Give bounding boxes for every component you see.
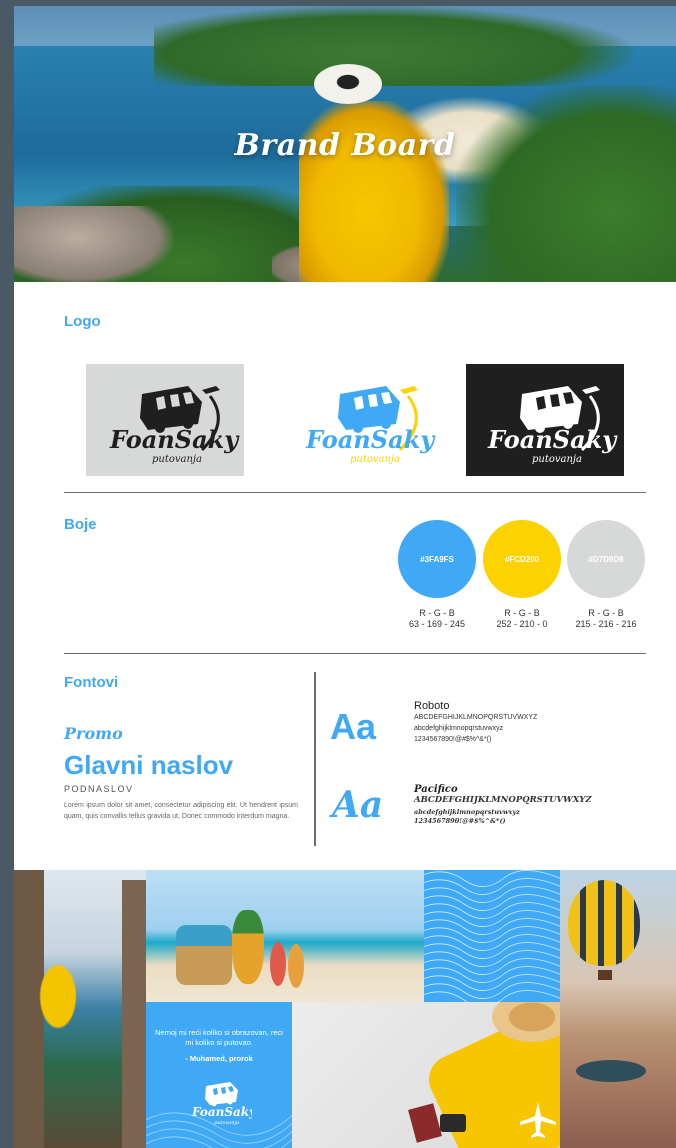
swatch-rgb-gray: R - G - B 215 - 216 - 216 bbox=[556, 608, 656, 630]
balloon-basket bbox=[598, 970, 612, 980]
pacifico-glyph-sample: Aa bbox=[332, 784, 384, 826]
roboto-lowercase: abcdefghijklmnopqrstuvwxyz bbox=[414, 725, 504, 732]
fonts-vertical-divider bbox=[314, 672, 316, 846]
logo-on-gray: FoanSaky putovanja bbox=[86, 364, 244, 476]
headline-sample: Glavni naslov bbox=[64, 750, 234, 780]
quote-tile: Nemoj mi reći koliko si obrazovan, reci … bbox=[146, 1002, 292, 1148]
quote-wave-decoration bbox=[146, 1112, 292, 1148]
airplane-icon bbox=[520, 1102, 556, 1138]
rock-left bbox=[14, 206, 174, 282]
beach-bag bbox=[176, 925, 232, 985]
color-swatch-blue: #3FA9FS bbox=[398, 520, 476, 598]
sun-hat bbox=[314, 64, 382, 104]
bus-logo-icon: FoanSaky putovanja bbox=[109, 386, 240, 465]
pacifico-lowercase: abcdefghijklmnopqrstuvwxyz bbox=[414, 808, 520, 816]
roboto-glyph-sample: Aa bbox=[330, 706, 377, 747]
logo-on-black: FoanSaky putovanja bbox=[466, 364, 624, 476]
terrace-table bbox=[576, 1060, 646, 1082]
color-swatch-yellow: #FCD200 bbox=[483, 520, 561, 598]
swatch-hex: #3FA9FS bbox=[420, 554, 454, 564]
wave-pattern-tile bbox=[424, 870, 560, 1002]
divider-logo bbox=[64, 492, 646, 493]
logo-wordmark-dark: FoanSaky bbox=[109, 425, 240, 454]
divider-colors bbox=[64, 653, 646, 654]
flip-flop bbox=[288, 944, 304, 988]
swatch-hex: #D7D8D8 bbox=[588, 554, 624, 564]
body-text-sample: Lorem ipsum dolor sit amet, consectetur … bbox=[64, 802, 298, 820]
photo-castle-jump bbox=[14, 870, 146, 1148]
roboto-font-name: Roboto bbox=[414, 700, 450, 712]
pacifico-digits: 1234567890!@#$%^&*() bbox=[414, 817, 506, 825]
subheading-sample: PODNASLOV bbox=[64, 784, 134, 794]
logo-wordmark-color: FoanSaky bbox=[305, 425, 436, 454]
roboto-uppercase: ABCDEFGHIJKLMNOPQRSTUVWXYZ bbox=[414, 714, 538, 721]
logo-tagline-light: putovanja bbox=[532, 454, 582, 465]
jumping-person bbox=[36, 965, 80, 1035]
hero-title: Brand Board bbox=[234, 128, 456, 163]
swatch-hex: #FCD200 bbox=[504, 554, 540, 564]
hot-air-balloon bbox=[568, 880, 640, 966]
pineapple bbox=[232, 910, 264, 984]
bus-logo-icon: FoanSaky putovanja bbox=[487, 386, 618, 465]
section-title-logo: Logo bbox=[64, 313, 101, 330]
flip-flop bbox=[270, 942, 286, 986]
bus-logo-icon: FoanSaky putovanja bbox=[305, 386, 436, 465]
section-title-fonts: Fontovi bbox=[64, 674, 119, 691]
island-image bbox=[154, 6, 634, 86]
brand-board: Brand Board Logo FoanSaky putovanja Foan… bbox=[14, 6, 676, 1148]
promo-sample: Promo bbox=[64, 724, 123, 743]
color-swatch-gray: #D7D8D8 bbox=[567, 520, 645, 598]
logo-tagline-dark: putovanja bbox=[152, 454, 202, 465]
photo-hot-air-balloon bbox=[560, 870, 676, 1148]
logo-on-white: FoanSaky putovanja bbox=[284, 364, 442, 476]
passport bbox=[408, 1103, 442, 1143]
section-title-colors: Boje bbox=[64, 516, 97, 533]
wave-pattern-icon bbox=[424, 870, 560, 1002]
roboto-digits: 1234567890!@#$%^&*() bbox=[414, 736, 492, 743]
stone-arch-right bbox=[122, 880, 146, 1148]
camera bbox=[440, 1114, 466, 1132]
logo-tagline-color: putovanja bbox=[350, 454, 400, 465]
trees-right bbox=[456, 86, 676, 282]
rgb-value: 215 - 216 - 216 bbox=[575, 619, 637, 629]
pacifico-font-name: Pacifico bbox=[414, 784, 458, 795]
logo-wordmark-light: FoanSaky bbox=[487, 425, 618, 454]
hero-banner: Brand Board bbox=[14, 6, 676, 282]
photo-travel-suitcase bbox=[292, 1002, 560, 1148]
pacifico-uppercase: ABCDEFGHIJKLMNOPQRSTUVWXYZ bbox=[414, 795, 592, 805]
rgb-label: R - G - B bbox=[588, 608, 624, 618]
photo-beach bbox=[146, 870, 424, 1002]
